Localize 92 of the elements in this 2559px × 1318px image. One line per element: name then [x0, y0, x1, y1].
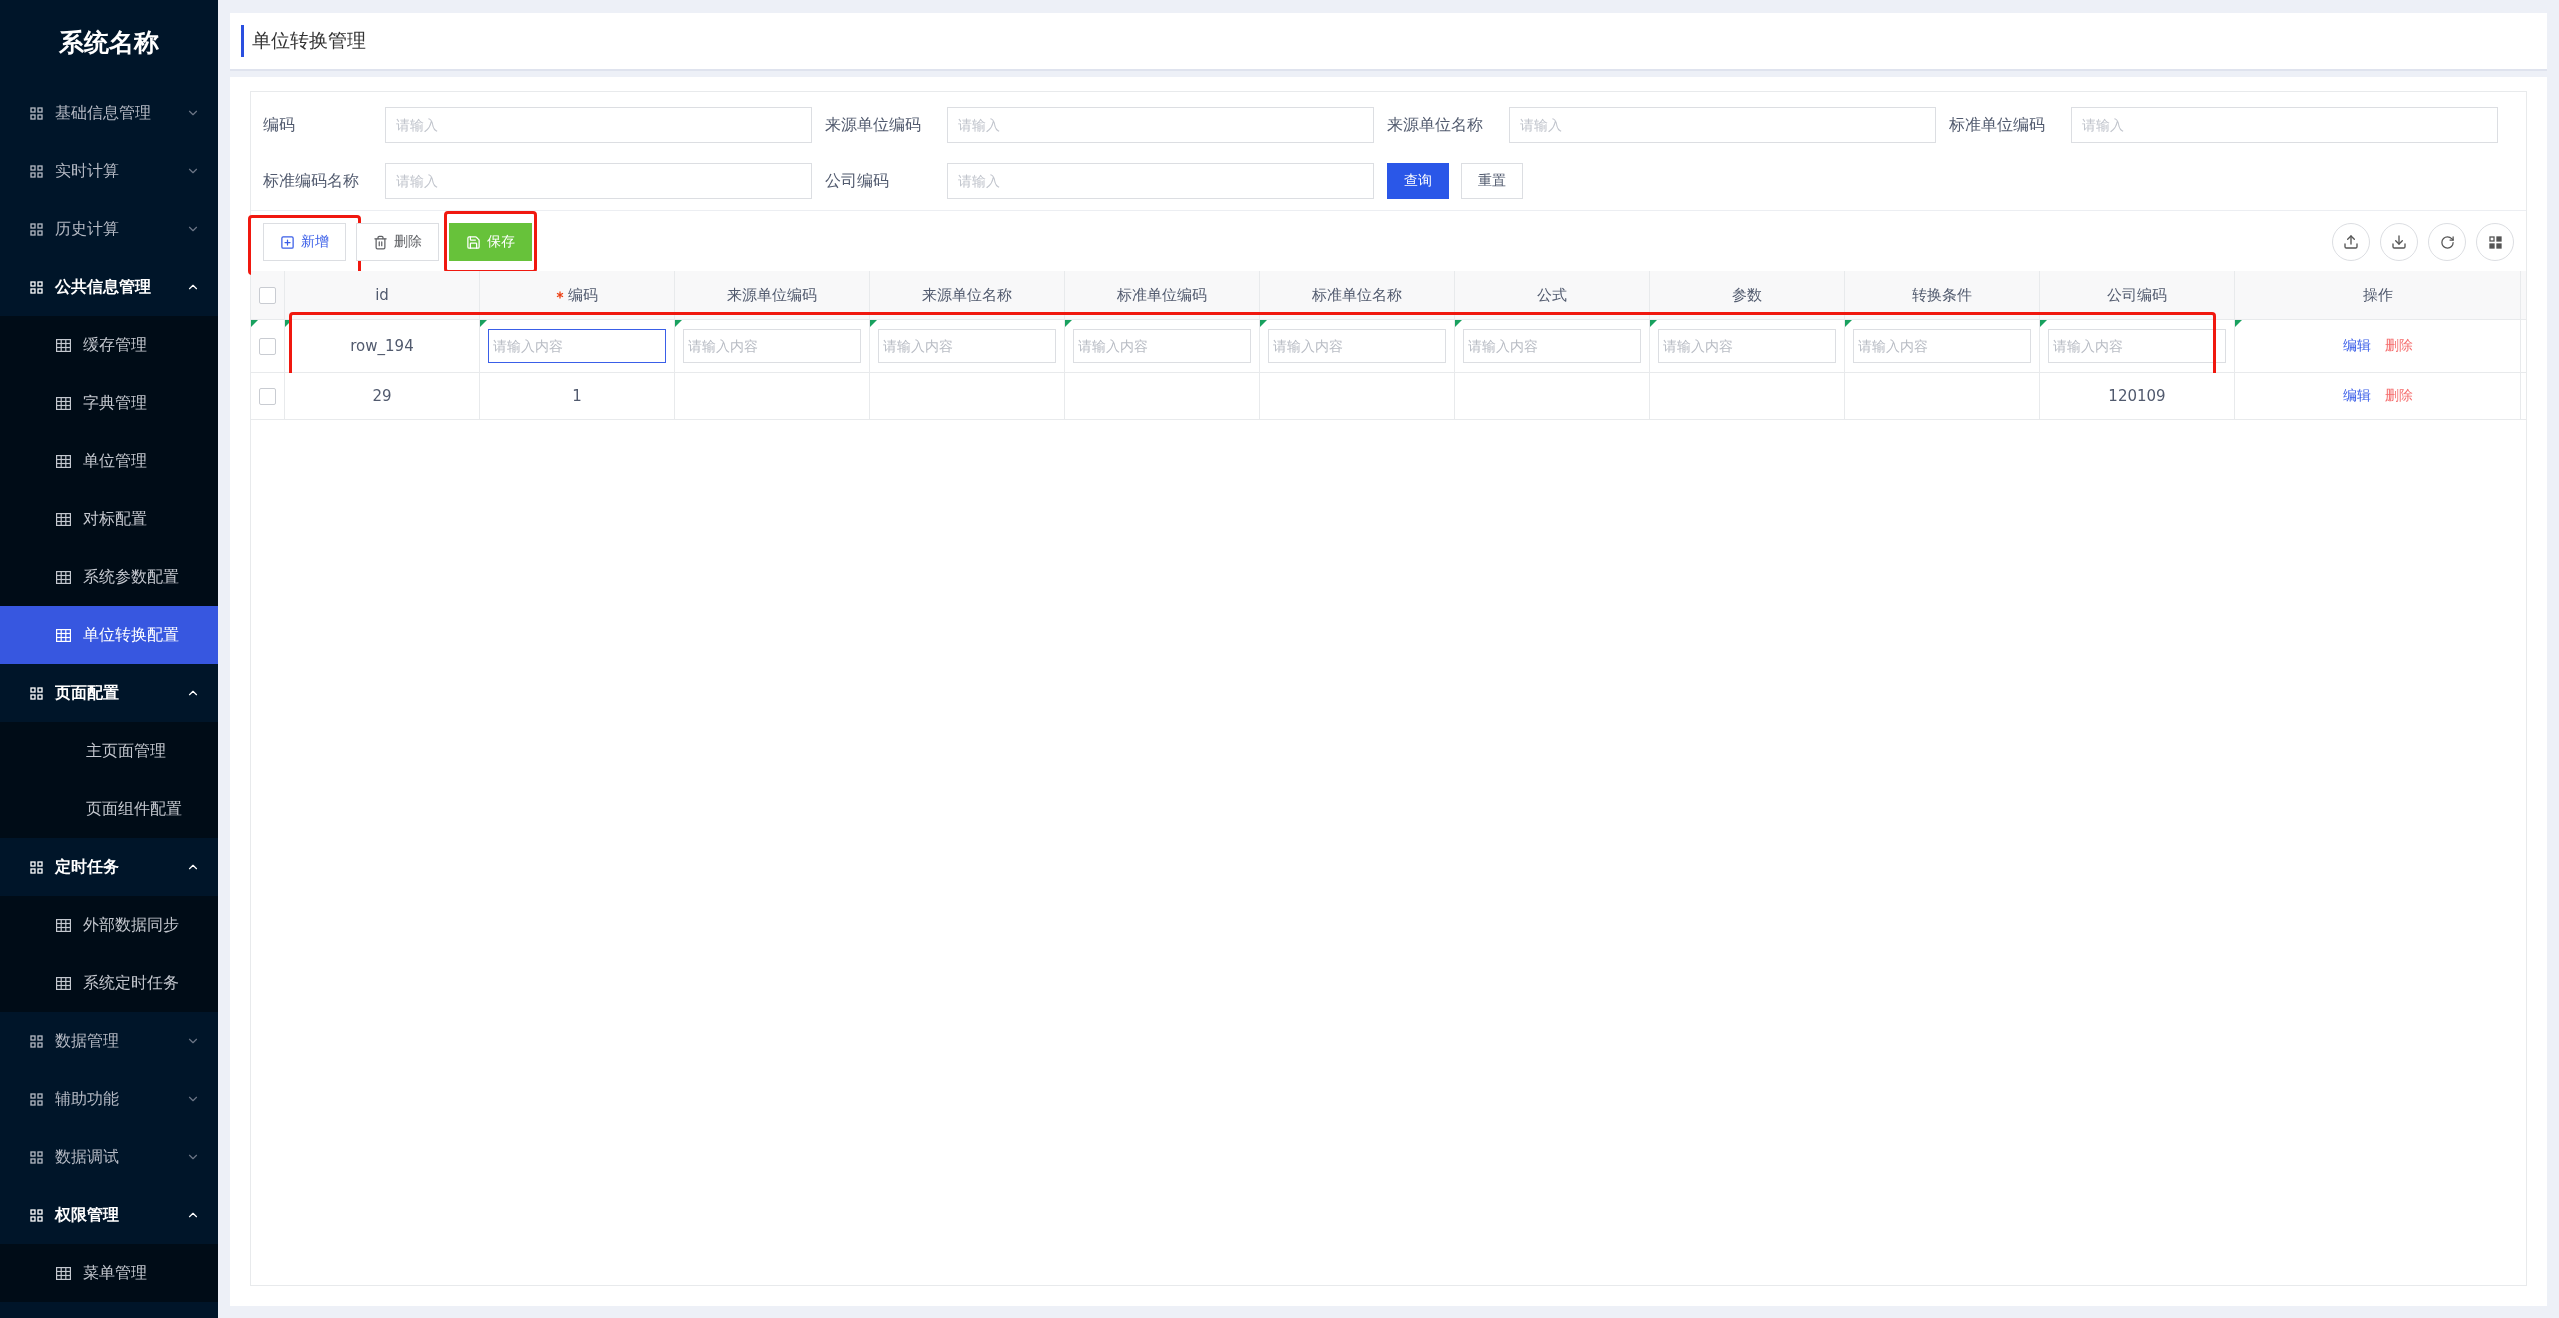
checkbox[interactable] — [259, 337, 276, 355]
edit-link[interactable]: 编辑 — [2342, 337, 2371, 355]
upload-icon — [2343, 234, 2359, 250]
grid-icon — [30, 1034, 43, 1048]
table-icon — [56, 976, 71, 990]
column-header: 操作 — [2362, 285, 2393, 305]
column-header: 编码 — [568, 285, 598, 305]
sidebar-group[interactable]: 权限管理 — [0, 1186, 218, 1244]
sidebar-item[interactable]: 单位转换配置 — [0, 606, 218, 664]
field-label: 来源单位名称 — [1387, 114, 1484, 136]
grid-icon — [30, 686, 43, 700]
table-cell: row_194 — [350, 337, 414, 355]
sidebar-group[interactable]: 公共信息管理 — [0, 258, 218, 316]
input-field[interactable]: 请输入内容 — [488, 329, 666, 363]
grid-icon — [30, 860, 43, 874]
grid-icon — [30, 164, 43, 178]
page-title: 单位转换管理 — [252, 28, 366, 53]
sidebar-item[interactable]: 页面组件配置 — [0, 780, 218, 838]
delete-button[interactable]: 删除 — [356, 223, 439, 261]
table-icon — [56, 512, 71, 526]
column-header: id — [375, 286, 389, 304]
sidebar-item[interactable]: 主页面管理 — [0, 722, 218, 780]
sidebar-item[interactable]: 字典管理 — [0, 374, 218, 432]
query-button[interactable]: 查询 — [1387, 163, 1449, 199]
download-icon — [2391, 234, 2407, 250]
sidebar-item[interactable]: 外部数据同步 — [0, 896, 218, 954]
sidebar-group[interactable]: 基础信息管理 — [0, 84, 218, 142]
refresh-button[interactable] — [2428, 223, 2466, 261]
grid-icon — [30, 1150, 43, 1164]
sidebar-item[interactable]: 系统参数配置 — [0, 548, 218, 606]
layout-button[interactable] — [2476, 223, 2514, 261]
table-icon — [56, 570, 71, 584]
field-label: 标准单位编码 — [1949, 114, 2046, 136]
table-cell: 1 — [572, 387, 582, 405]
field-label: 标准编码名称 — [263, 170, 360, 192]
column-header: 来源单位名称 — [922, 285, 1012, 305]
column-header: 公式 — [1537, 285, 1567, 305]
field-label: 编码 — [263, 114, 296, 136]
sidebar-item[interactable]: 单位管理 — [0, 432, 218, 490]
save-icon — [466, 234, 481, 250]
sidebar-group[interactable]: 实时计算 — [0, 142, 218, 200]
table-icon — [56, 396, 71, 410]
grid-icon — [30, 1208, 43, 1222]
field-label: 来源单位编码 — [825, 114, 922, 136]
sidebar-group[interactable]: 数据调试 — [0, 1128, 218, 1186]
table-cell: 29 — [372, 387, 392, 405]
sidebar-group[interactable]: 辅助功能 — [0, 1070, 218, 1128]
table-icon — [56, 1266, 71, 1280]
column-header: 参数 — [1732, 285, 1762, 305]
grid-icon — [30, 1092, 43, 1106]
download-button[interactable] — [2380, 223, 2418, 261]
sidebar-item[interactable]: 系统定时任务 — [0, 954, 218, 1012]
edit-link[interactable]: 编辑 — [2342, 387, 2371, 405]
sidebar-group[interactable]: 数据管理 — [0, 1012, 218, 1070]
grid-icon — [30, 106, 43, 120]
grid-icon — [2488, 235, 2502, 249]
changed-mark — [285, 320, 292, 327]
checkbox[interactable] — [259, 286, 276, 304]
upload-button[interactable] — [2332, 223, 2370, 261]
sidebar-item[interactable]: 缓存管理 — [0, 316, 218, 374]
column-header: 标准单位名称 — [1312, 285, 1402, 305]
sidebar-group[interactable]: 页面配置 — [0, 664, 218, 722]
reset-button[interactable]: 重置 — [1461, 163, 1523, 199]
table-icon — [56, 918, 71, 932]
trash-icon — [373, 234, 388, 250]
sidebar-item[interactable]: 对标配置 — [0, 490, 218, 548]
changed-mark — [2235, 320, 2242, 327]
table-icon — [56, 628, 71, 642]
refresh-icon — [2439, 234, 2455, 250]
search-field[interactable]: 请输入 — [947, 107, 1374, 143]
sidebar-item[interactable]: 菜单管理 — [0, 1244, 218, 1302]
checkbox[interactable] — [259, 387, 276, 405]
search-field[interactable]: 请输入 — [1509, 107, 1936, 143]
table-icon — [56, 338, 71, 352]
system-logo-title: 系统名称 — [58, 26, 160, 59]
column-header: 转换条件 — [1912, 285, 1972, 305]
grid-icon — [30, 222, 43, 236]
add-button[interactable]: 新增 — [263, 223, 346, 261]
column-header: 公司编码 — [2107, 285, 2167, 305]
column-header: 来源单位编码 — [727, 285, 817, 305]
column-header: 标准单位编码 — [1117, 285, 1207, 305]
search-field[interactable]: 请输入 — [2071, 107, 2498, 143]
table-cell: 120109 — [2108, 387, 2166, 405]
grid-icon — [30, 280, 43, 294]
field-label: 公司编码 — [825, 170, 890, 192]
plus-square-icon — [280, 234, 295, 250]
sidebar-group[interactable]: 定时任务 — [0, 838, 218, 896]
search-field[interactable]: 请输入 — [385, 163, 812, 199]
sidebar-group[interactable]: 历史计算 — [0, 200, 218, 258]
search-field[interactable]: 请输入 — [947, 163, 1374, 199]
search-field[interactable]: 请输入 — [385, 107, 812, 143]
table-icon — [56, 454, 71, 468]
